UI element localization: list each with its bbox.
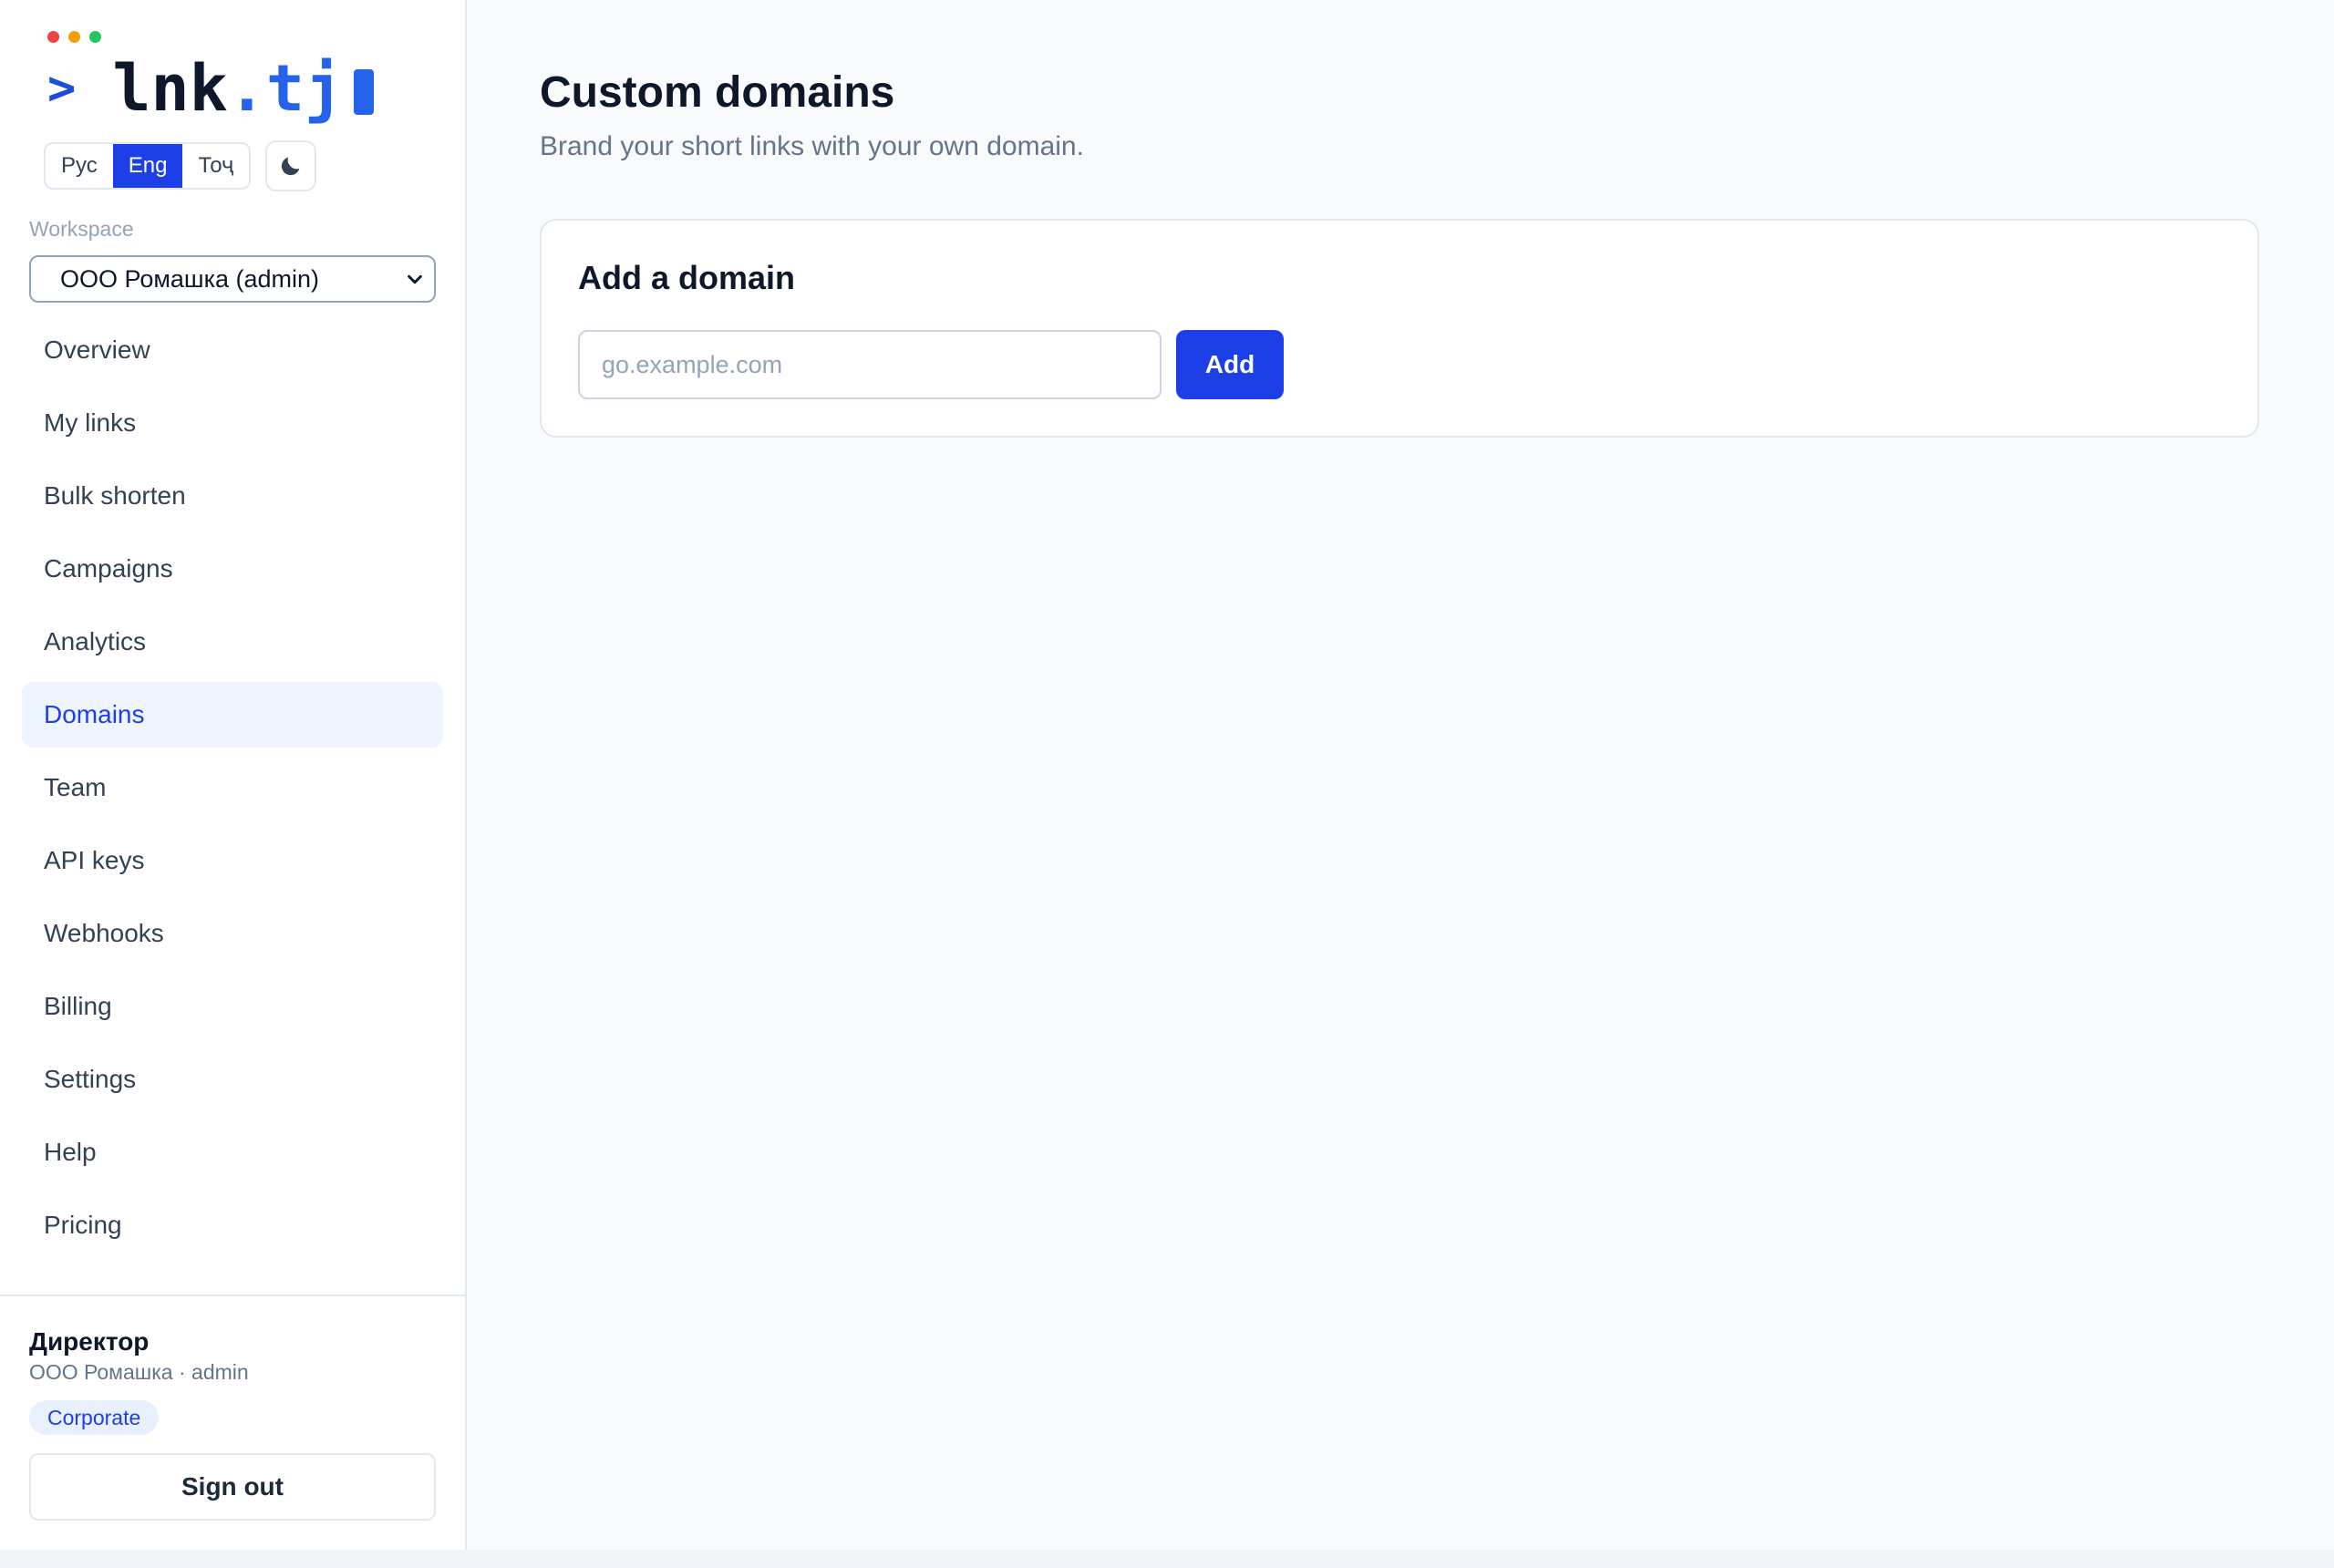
logo[interactable]: > lnk . tj <box>47 31 375 126</box>
sidebar-item-campaigns[interactable]: Campaigns <box>22 536 443 602</box>
logo-dot: . <box>227 51 266 126</box>
sidebar-item-bulk-shorten[interactable]: Bulk shorten <box>22 463 443 529</box>
logo-prompt: > <box>47 61 77 116</box>
lang-option-en[interactable]: Eng <box>112 144 183 188</box>
page-title: Custom domains <box>540 68 895 117</box>
chevron-down-icon <box>408 274 422 284</box>
sidebar: > lnk . tj Рус Eng Тоҷ Workspace ООО Ром… <box>0 0 467 1550</box>
yellow-dot-icon <box>68 31 80 43</box>
theme-toggle-button[interactable] <box>265 140 317 191</box>
green-dot-icon <box>89 31 101 43</box>
moon-icon <box>281 157 300 176</box>
sidebar-item-settings[interactable]: Settings <box>22 1047 443 1112</box>
sidebar-item-overview[interactable]: Overview <box>22 317 443 383</box>
window-dots <box>47 31 101 43</box>
add-domain-title: Add a domain <box>578 259 796 296</box>
sidebar-item-domains[interactable]: Domains <box>22 682 443 748</box>
language-switcher: Рус Eng Тоҷ <box>44 142 252 190</box>
sidebar-item-billing[interactable]: Billing <box>22 974 443 1039</box>
logo-tld: tj <box>265 51 344 126</box>
workspace-label: Workspace <box>29 217 134 241</box>
sidebar-item-analytics[interactable]: Analytics <box>22 609 443 675</box>
cursor-block-icon <box>354 69 375 115</box>
user-meta: ООО Ромашка · admin <box>29 1360 249 1384</box>
logo-text: > lnk . tj <box>47 47 375 129</box>
workspace-selected-value: ООО Ромашка (admin) <box>60 264 320 293</box>
domain-input[interactable] <box>578 330 1162 399</box>
sidebar-item-api-keys[interactable]: API keys <box>22 828 443 893</box>
user-name: Директор <box>29 1327 150 1356</box>
sidebar-item-webhooks[interactable]: Webhooks <box>22 901 443 966</box>
logo-name: lnk <box>112 51 228 126</box>
workspace-select[interactable]: ООО Ромашка (admin) <box>29 255 436 303</box>
sidebar-item-help[interactable]: Help <box>22 1119 443 1185</box>
lang-option-ru[interactable]: Рус <box>46 144 113 188</box>
plan-badge: Corporate <box>29 1400 160 1435</box>
app: > lnk . tj Рус Eng Тоҷ Workspace ООО Ром… <box>0 0 2334 1550</box>
sidebar-item-team[interactable]: Team <box>22 755 443 820</box>
sidebar-nav: Overview My links Bulk shorten Campaigns… <box>22 317 443 1265</box>
page-subtitle: Brand your short links with your own dom… <box>540 131 1084 161</box>
sidebar-item-pricing[interactable]: Pricing <box>22 1192 443 1258</box>
add-domain-button[interactable]: Add <box>1176 330 1284 399</box>
main-content: Custom domains Brand your short links wi… <box>467 0 2334 1550</box>
sidebar-item-my-links[interactable]: My links <box>22 390 443 456</box>
language-row: Рус Eng Тоҷ <box>44 140 317 191</box>
add-domain-card: Add a domain Add <box>540 219 2259 438</box>
user-panel: Директор ООО Ромашка · admin Corporate S… <box>0 1295 465 1550</box>
red-dot-icon <box>47 31 59 43</box>
lang-option-tj[interactable]: Тоҷ <box>182 144 249 188</box>
sign-out-button[interactable]: Sign out <box>29 1453 436 1521</box>
bottom-edge <box>0 1550 2334 1568</box>
